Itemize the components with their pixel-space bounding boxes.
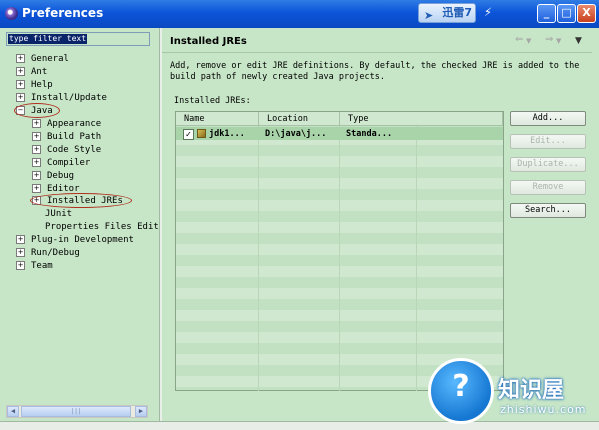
column-divider xyxy=(416,126,417,391)
expand-icon[interactable]: + xyxy=(32,119,41,128)
view-menu-icon[interactable]: ▼ xyxy=(575,36,582,46)
tree-item-label: Appearance xyxy=(47,119,102,129)
minimize-button[interactable]: _ xyxy=(537,4,556,23)
tree-item-label: JUnit xyxy=(45,209,73,219)
expand-icon[interactable]: + xyxy=(32,145,41,154)
expand-icon[interactable]: + xyxy=(16,235,25,244)
tree-item-label: Run/Debug xyxy=(31,248,80,258)
expand-icon[interactable]: + xyxy=(16,80,25,89)
search-button[interactable]: Search... xyxy=(510,203,586,218)
jre-location-cell: D:\java\j... xyxy=(265,129,327,139)
column-divider xyxy=(339,126,340,391)
tree-item-label: Compiler xyxy=(47,158,91,168)
xunlei-badge[interactable]: ➤ 迅雷7 xyxy=(418,3,476,23)
expand-icon[interactable]: + xyxy=(32,132,41,141)
expand-icon[interactable]: + xyxy=(16,67,25,76)
pane-divider[interactable] xyxy=(159,28,162,421)
xunlei-bird-icon: ➤ xyxy=(424,9,434,22)
lightning-icon[interactable]: ⚡ xyxy=(480,4,496,22)
tree-item-ant[interactable]: + Ant xyxy=(16,66,47,78)
tree-item-compiler[interactable]: + Compiler xyxy=(32,157,90,169)
tree-item-plugin-development[interactable]: + Plug-in Development xyxy=(16,234,134,246)
back-arrow-icon[interactable]: ⇐ xyxy=(515,34,523,45)
title-bar: Preferences ➤ 迅雷7 ⚡ _ □ X xyxy=(0,0,599,28)
expand-icon[interactable]: + xyxy=(32,184,41,193)
back-dropdown-icon[interactable]: ▼ xyxy=(526,37,531,45)
column-header-type[interactable]: Type xyxy=(340,112,503,126)
maximize-button[interactable]: □ xyxy=(557,4,576,23)
tree-item-appearance[interactable]: + Appearance xyxy=(32,118,101,130)
remove-button[interactable]: Remove xyxy=(510,180,586,195)
tree-item-team[interactable]: + Team xyxy=(16,260,53,272)
column-header-name[interactable]: Name xyxy=(176,112,259,126)
jre-checkbox[interactable]: ✓ xyxy=(183,129,194,140)
window-title: Preferences xyxy=(22,6,104,20)
expand-icon[interactable]: + xyxy=(32,171,41,180)
forward-arrow-icon[interactable]: ⇒ xyxy=(545,34,553,45)
close-button[interactable]: X xyxy=(577,4,596,23)
tree-item-help[interactable]: + Help xyxy=(16,79,53,91)
tree-item-install-update[interactable]: + Install/Update xyxy=(16,92,107,104)
page-title: Installed JREs xyxy=(170,36,247,47)
column-divider xyxy=(258,126,259,391)
installed-jres-table[interactable]: Name Location Type ✓ jdk1... D:\java\j..… xyxy=(175,111,504,391)
tree-item-label: Code Style xyxy=(47,145,102,155)
filter-input[interactable]: type filter text xyxy=(6,32,150,46)
scroll-right-icon[interactable]: ▶ xyxy=(135,406,147,417)
expand-icon[interactable]: + xyxy=(16,54,25,63)
tree-item-label: Help xyxy=(31,80,53,90)
java-highlight-oval xyxy=(14,103,60,118)
tree-item-code-style[interactable]: + Code Style xyxy=(32,144,101,156)
tree-item-build-path[interactable]: + Build Path xyxy=(32,131,101,143)
filter-input-value: type filter text xyxy=(8,34,88,44)
expand-icon[interactable]: + xyxy=(16,261,25,270)
tree-item-label: Install/Update xyxy=(31,93,107,103)
tree-item-label: Properties Files Edit xyxy=(45,222,159,232)
add-button[interactable]: Add... xyxy=(510,111,586,126)
tree-item-label: Plug-in Development xyxy=(31,235,134,245)
scroll-thumb[interactable]: ||| xyxy=(21,406,131,417)
tree-item-label: General xyxy=(31,54,69,64)
column-header-location[interactable]: Location xyxy=(259,112,340,126)
duplicate-button[interactable]: Duplicate... xyxy=(510,157,586,172)
edit-button[interactable]: Edit... xyxy=(510,134,586,149)
question-mark-icon: ? xyxy=(452,369,470,404)
button-bar xyxy=(0,422,599,430)
tree-item-label: Team xyxy=(31,261,53,271)
xunlei-label: 迅雷7 xyxy=(442,6,472,19)
page-description: Add, remove or edit JRE definitions. By … xyxy=(170,61,580,82)
tree-item-label: Debug xyxy=(47,171,75,181)
tree-item-general[interactable]: + General xyxy=(16,53,69,65)
installed-jres-highlight-oval xyxy=(30,193,132,208)
watermark-url: zhishiwu.com xyxy=(500,403,587,416)
tree-item-properties-files-editor[interactable]: Properties Files Edit xyxy=(45,221,159,233)
scroll-left-icon[interactable]: ◀ xyxy=(7,406,19,417)
expand-icon[interactable]: + xyxy=(16,248,25,257)
tree-item-label: Build Path xyxy=(47,132,102,142)
watermark-title: 知识屋 xyxy=(498,378,565,403)
expand-icon[interactable]: + xyxy=(32,158,41,167)
eclipse-icon xyxy=(5,7,18,20)
jre-library-icon xyxy=(197,129,206,138)
tree-item-run-debug[interactable]: + Run/Debug xyxy=(16,247,80,259)
jre-type-cell: Standa... xyxy=(346,129,393,139)
forward-dropdown-icon[interactable]: ▼ xyxy=(556,37,561,45)
tree-item-debug[interactable]: + Debug xyxy=(32,170,74,182)
tree-item-label: Ant xyxy=(31,67,48,77)
tree-horizontal-scrollbar[interactable]: ◀ ||| ▶ xyxy=(6,405,148,418)
tree-item-junit[interactable]: JUnit xyxy=(45,208,72,220)
expand-icon[interactable]: + xyxy=(16,93,25,102)
installed-jres-label: Installed JREs: xyxy=(174,96,251,106)
jre-name-cell: jdk1... xyxy=(209,129,245,139)
header-separator xyxy=(162,52,592,53)
